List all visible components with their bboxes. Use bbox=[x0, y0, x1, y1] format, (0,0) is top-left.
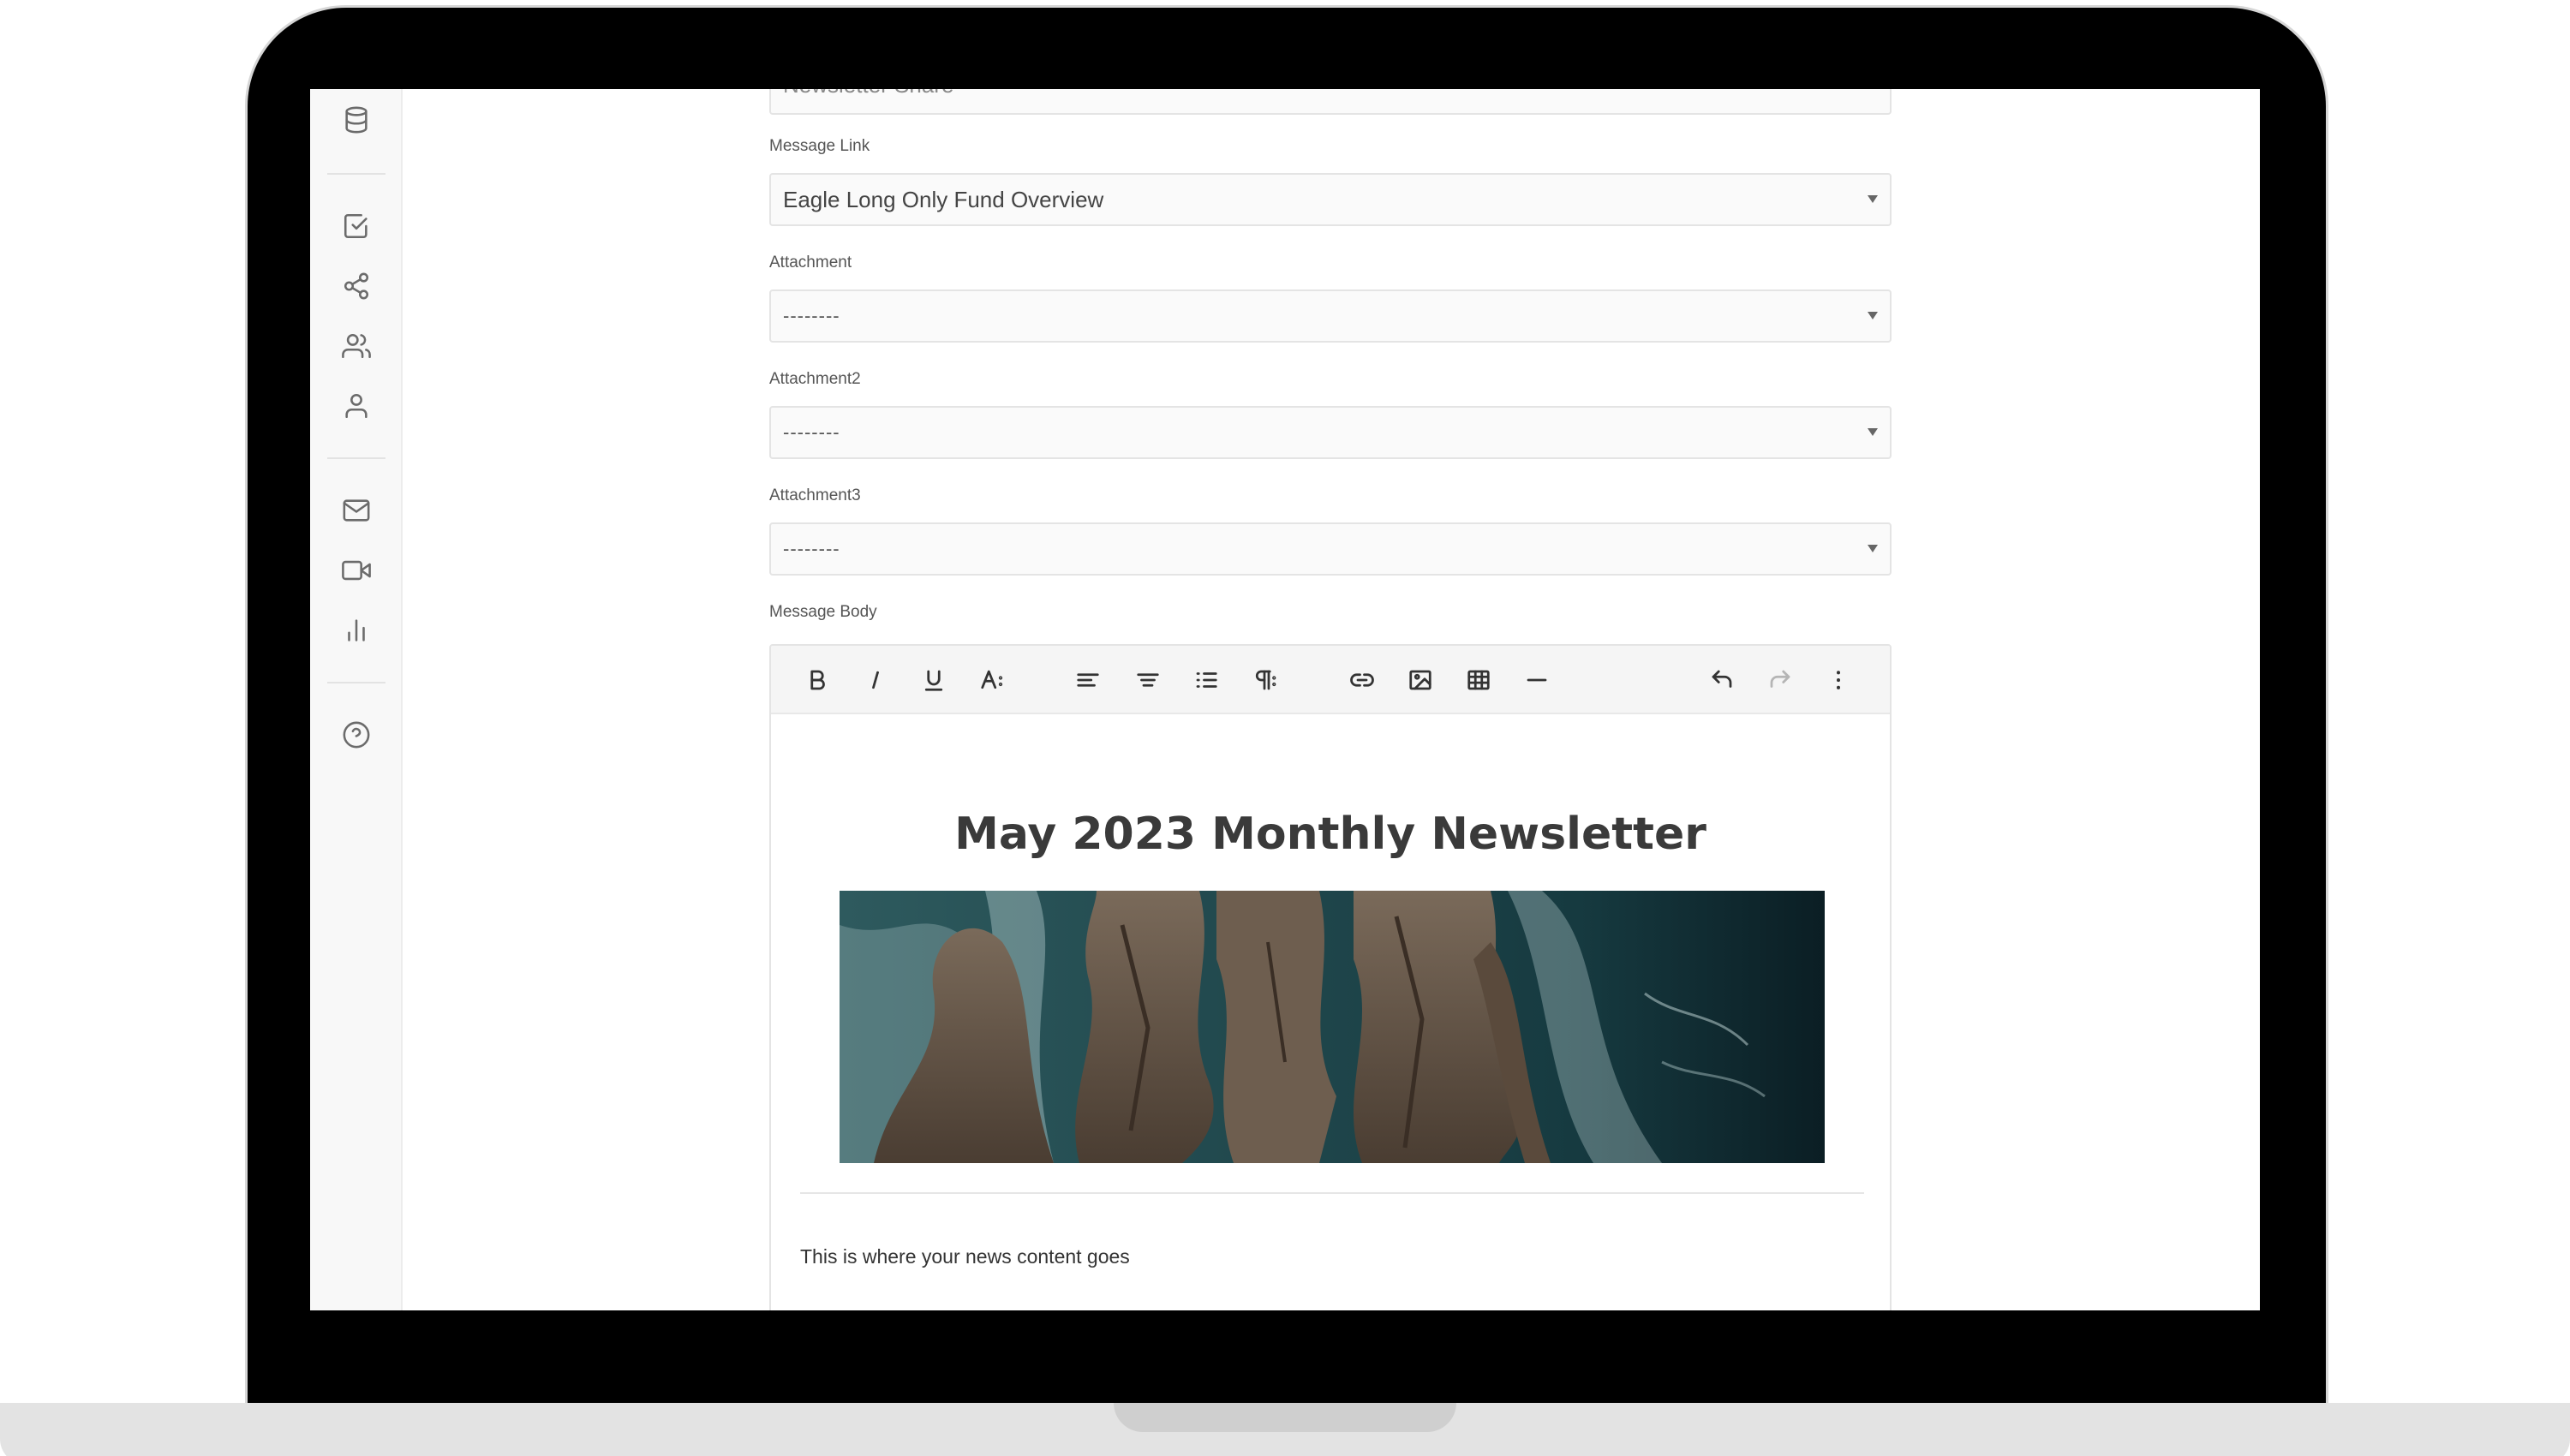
message-body-label: Message Body bbox=[769, 603, 877, 621]
align-center-button[interactable] bbox=[1131, 663, 1165, 697]
ordered-list-button[interactable] bbox=[1189, 663, 1223, 697]
image-button[interactable] bbox=[1403, 663, 1437, 697]
message-link-label: Message Link bbox=[769, 137, 870, 155]
chevron-down-icon bbox=[1868, 545, 1878, 552]
table-button[interactable] bbox=[1461, 663, 1496, 697]
app-screen: Newsletter Share Message Link Eagle Long… bbox=[310, 89, 2260, 1310]
attachment2-label: Attachment2 bbox=[769, 370, 861, 388]
user-icon[interactable] bbox=[341, 391, 372, 421]
more-options-button[interactable] bbox=[1821, 663, 1856, 697]
database-icon[interactable] bbox=[341, 104, 372, 135]
hero-image bbox=[840, 891, 1825, 1163]
redo-button[interactable] bbox=[1763, 663, 1797, 697]
align-left-button[interactable] bbox=[1071, 663, 1105, 697]
attachment2-select[interactable]: -------- bbox=[769, 406, 1892, 459]
paragraph-button[interactable] bbox=[1247, 663, 1282, 697]
attachment2-value: -------- bbox=[783, 421, 840, 443]
attachment-value: -------- bbox=[783, 305, 840, 326]
sidebar bbox=[310, 89, 403, 1310]
bold-button[interactable] bbox=[800, 663, 834, 697]
attachment3-value: -------- bbox=[783, 538, 840, 559]
horizontal-rule-button[interactable] bbox=[1520, 663, 1554, 697]
top-field-value: Newsletter Share bbox=[783, 89, 953, 98]
attachment3-label: Attachment3 bbox=[769, 486, 861, 504]
editor-toolbar bbox=[771, 646, 1890, 714]
attachment-label: Attachment bbox=[769, 254, 852, 272]
attachment3-select[interactable]: -------- bbox=[769, 522, 1892, 576]
video-icon[interactable] bbox=[341, 555, 372, 586]
chevron-down-icon bbox=[1868, 428, 1878, 436]
checkbox-icon[interactable] bbox=[341, 211, 372, 242]
sidebar-divider bbox=[327, 457, 386, 459]
mail-icon[interactable] bbox=[341, 495, 372, 526]
laptop-notch bbox=[1114, 1403, 1456, 1432]
help-icon[interactable] bbox=[341, 719, 372, 750]
share-icon[interactable] bbox=[341, 271, 372, 301]
message-link-value: Eagle Long Only Fund Overview bbox=[783, 186, 1104, 212]
sidebar-divider bbox=[327, 682, 386, 683]
users-icon[interactable] bbox=[341, 331, 372, 361]
link-button[interactable] bbox=[1345, 663, 1379, 697]
font-size-button[interactable] bbox=[975, 663, 1009, 697]
undo-button[interactable] bbox=[1705, 663, 1739, 697]
italic-button[interactable] bbox=[858, 663, 893, 697]
top-field[interactable]: Newsletter Share bbox=[769, 89, 1892, 115]
chevron-down-icon bbox=[1868, 312, 1878, 319]
bar-chart-icon[interactable] bbox=[341, 615, 372, 646]
rich-text-editor: May 2023 Monthly Newsletter This is wher… bbox=[769, 644, 1892, 1310]
newsletter-title: May 2023 Monthly Newsletter bbox=[954, 809, 1706, 860]
newsletter-body-text: This is where your news content goes bbox=[800, 1245, 1130, 1268]
content-divider bbox=[800, 1192, 1864, 1194]
message-link-select[interactable]: Eagle Long Only Fund Overview bbox=[769, 173, 1892, 226]
attachment-select[interactable]: -------- bbox=[769, 289, 1892, 343]
underline-button[interactable] bbox=[917, 663, 951, 697]
chevron-down-icon bbox=[1868, 195, 1878, 203]
sidebar-divider bbox=[327, 173, 386, 175]
